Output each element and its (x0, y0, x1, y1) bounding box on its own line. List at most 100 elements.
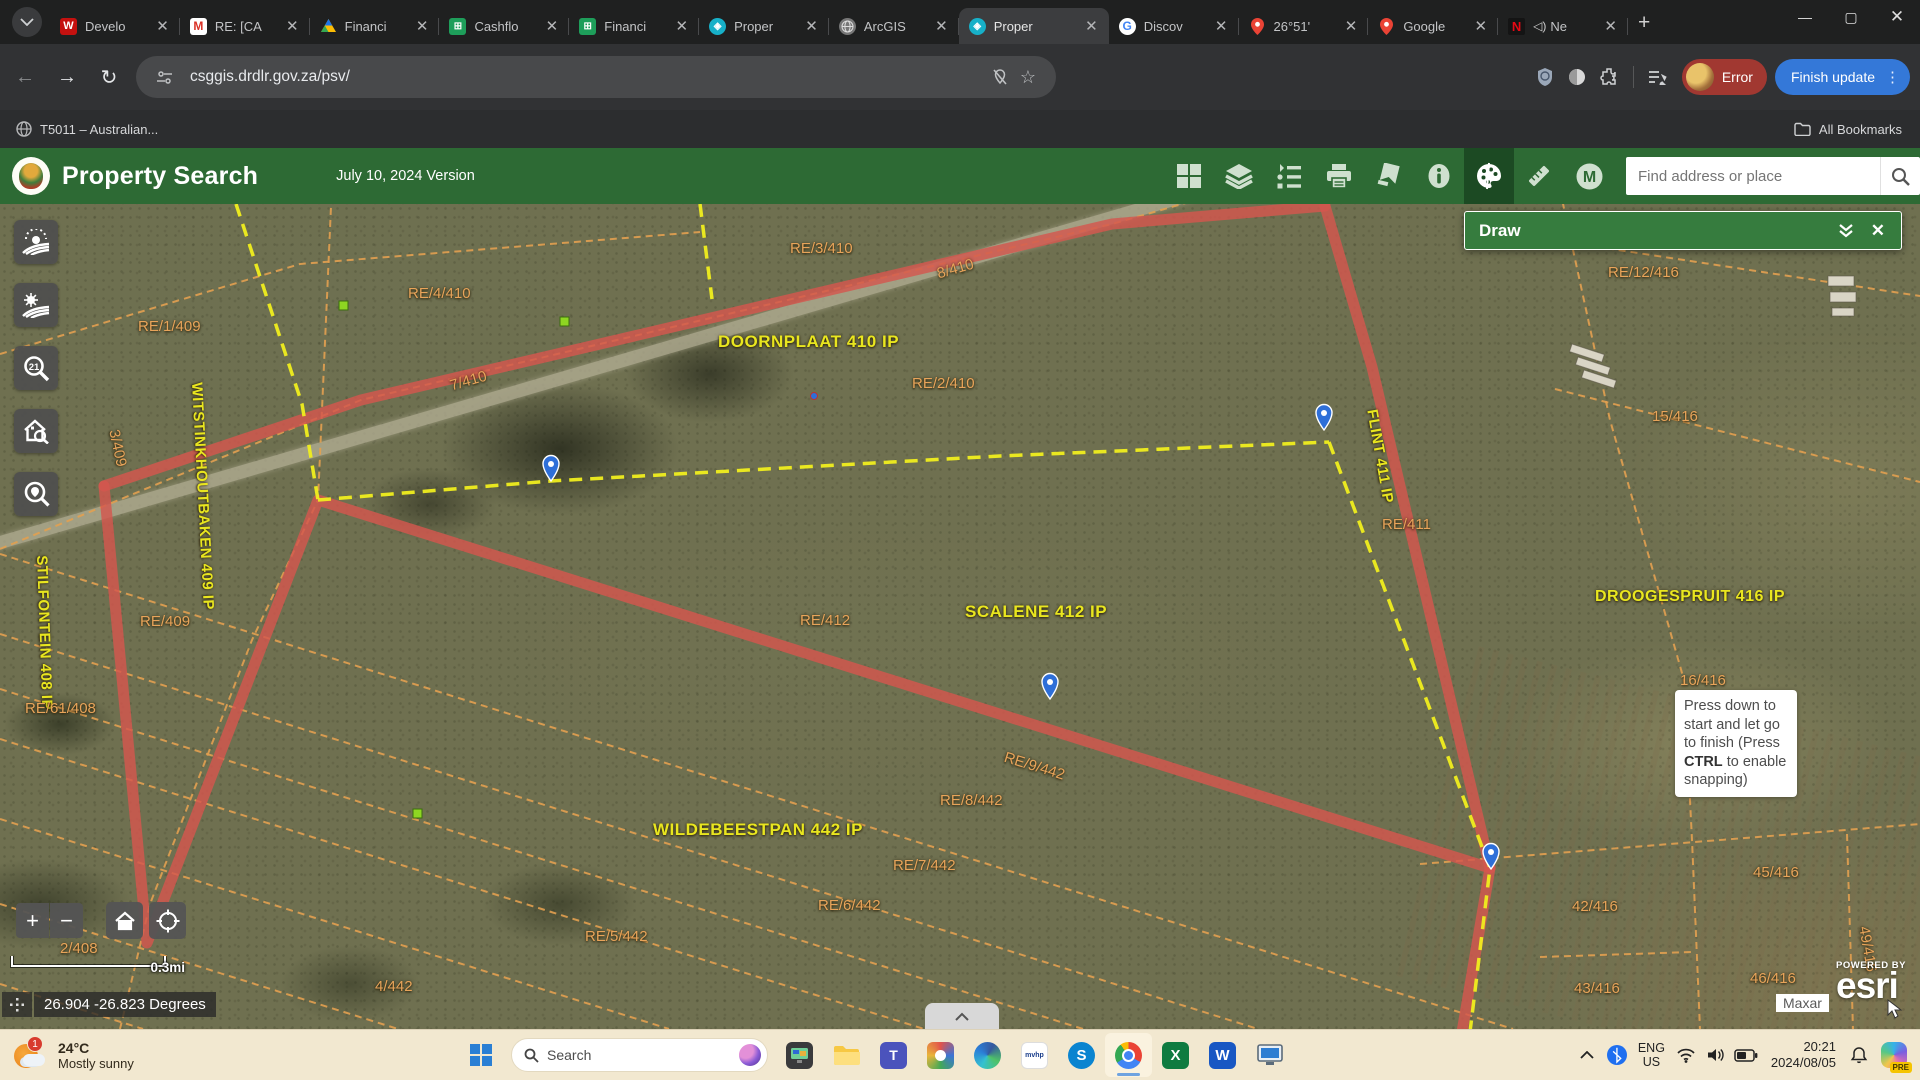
header-tool-draw[interactable] (1464, 148, 1514, 204)
header-tool-legend[interactable] (1264, 148, 1314, 204)
notifications-bell-icon[interactable] (1844, 1033, 1874, 1077)
bookmark-star-icon[interactable]: ☆ (1014, 67, 1042, 88)
address-bar[interactable]: csggis.drdlr.gov.za/psv/ ☆ (136, 56, 1056, 98)
side-tool-property-search[interactable] (14, 409, 58, 453)
parcel-label: SCALENE 412 IP (965, 602, 1107, 622)
header-tool-measure[interactable] (1514, 148, 1564, 204)
browser-tab[interactable]: ◈Proper✕ (699, 8, 829, 44)
browser-tab[interactable]: WDevelo✕ (50, 8, 180, 44)
minimize-button[interactable]: — (1782, 0, 1828, 34)
address-search-box[interactable] (1626, 157, 1920, 195)
browser-tab[interactable]: ArcGIS✕ (829, 8, 959, 44)
home-button[interactable] (106, 902, 143, 939)
taskbar-app-excel[interactable]: X (1152, 1033, 1199, 1077)
site-settings-icon[interactable] (150, 69, 178, 86)
browser-tab[interactable]: 26°51'✕ (1239, 8, 1369, 44)
screen: WDevelo✕MRE: [CA✕Financi✕⊞Cashflo✕⊞Finan… (0, 0, 1920, 1080)
taskbar-app-remote-desktop[interactable] (1246, 1033, 1293, 1077)
tab-close-icon[interactable]: ✕ (802, 17, 821, 35)
locate-button[interactable] (149, 902, 186, 939)
browser-tab[interactable]: ⊞Cashflo✕ (439, 8, 569, 44)
speaker-icon[interactable] (1701, 1033, 1731, 1077)
side-tool-farm-portal[interactable] (14, 220, 58, 264)
forward-button[interactable]: → (50, 60, 84, 94)
tray-overflow-chevron-icon[interactable] (1572, 1033, 1602, 1077)
maximize-button[interactable]: ▢ (1828, 0, 1874, 34)
browser-tab[interactable]: Financi✕ (310, 8, 440, 44)
close-button[interactable]: ✕ (1874, 0, 1920, 34)
side-tool-farm-query[interactable] (14, 283, 58, 327)
browser-tab[interactable]: ◈Proper✕ (959, 8, 1109, 44)
tab-close-icon[interactable]: ✕ (1342, 17, 1361, 35)
copilot-icon[interactable]: PRE (1874, 1033, 1914, 1077)
side-tool-search-21[interactable]: 21 (14, 346, 58, 390)
close-panel-icon[interactable]: ✕ (1871, 221, 1885, 241)
taskbar-app-photos[interactable] (917, 1033, 964, 1077)
shield-extension-icon[interactable] (1529, 61, 1561, 93)
tab-close-icon[interactable]: ✕ (543, 17, 562, 35)
tab-close-icon[interactable]: ✕ (1472, 17, 1491, 35)
map-viewport[interactable]: RE/1/409RE/4/410RE/3/4108/4107/410RE/2/4… (0, 204, 1920, 1029)
attribution-expander[interactable] (925, 1003, 999, 1029)
search-highlight-icon[interactable] (739, 1044, 761, 1066)
all-bookmarks-button[interactable]: All Bookmarks (1794, 122, 1902, 137)
start-button[interactable] (459, 1033, 503, 1077)
extension-circle-icon[interactable] (1561, 61, 1593, 93)
tab-search-button[interactable] (12, 7, 42, 37)
weather-widget[interactable]: 1 24°C Mostly sunny (14, 1040, 214, 1071)
tab-close-icon[interactable]: ✕ (283, 17, 302, 35)
crosshair-icon[interactable] (2, 992, 32, 1017)
coat-of-arms-logo (12, 157, 50, 195)
taskbar-app-mvhp[interactable]: mvhp (1011, 1033, 1058, 1077)
taskbar-app-chrome[interactable] (1105, 1033, 1152, 1077)
language-indicator[interactable]: ENGUS (1638, 1041, 1665, 1069)
profile-error-button[interactable]: Error (1682, 59, 1767, 95)
taskbar-app-teams[interactable]: T (870, 1033, 917, 1077)
tab-close-icon[interactable]: ✕ (153, 17, 172, 35)
header-tool-info[interactable] (1414, 148, 1464, 204)
taskbar-app-edge[interactable] (964, 1033, 1011, 1077)
header-tool-basemap-gallery[interactable] (1164, 148, 1214, 204)
back-button[interactable]: ← (8, 60, 42, 94)
extensions-puzzle-icon[interactable] (1593, 61, 1625, 93)
taskbar-app-display-dark[interactable] (776, 1033, 823, 1077)
browser-tab[interactable]: MRE: [CA✕ (180, 8, 310, 44)
tab-audio-icon[interactable]: ◁) (1533, 19, 1546, 33)
mini-marker (811, 393, 818, 400)
address-search-input[interactable] (1626, 168, 1880, 185)
battery-icon[interactable] (1731, 1033, 1761, 1077)
tab-close-icon[interactable]: ✕ (413, 17, 432, 35)
reload-button[interactable]: ↻ (92, 60, 126, 94)
taskbar-app-word[interactable]: W (1199, 1033, 1246, 1077)
bluetooth-icon[interactable] (1602, 1033, 1632, 1077)
new-tab-button[interactable]: + (1638, 11, 1650, 35)
search-icon[interactable] (1880, 157, 1920, 195)
tab-close-icon[interactable]: ✕ (1082, 17, 1101, 35)
collapse-double-chevron-icon[interactable] (1837, 224, 1855, 238)
tab-close-icon[interactable]: ✕ (932, 17, 951, 35)
browser-menu-icon[interactable]: ⋮ (1885, 68, 1900, 86)
taskbar-app-skype[interactable]: S (1058, 1033, 1105, 1077)
header-tool-maxar[interactable]: M (1564, 148, 1614, 204)
browser-tab[interactable]: N◁)Ne✕ (1498, 8, 1628, 44)
header-tool-print[interactable] (1314, 148, 1364, 204)
taskbar-search[interactable]: Search (511, 1038, 768, 1072)
finish-update-button[interactable]: Finish update ⋮ (1775, 59, 1910, 95)
clock[interactable]: 20:21 2024/08/05 (1771, 1039, 1836, 1071)
tab-close-icon[interactable]: ✕ (1601, 17, 1620, 35)
location-blocked-icon[interactable] (986, 68, 1014, 86)
tab-close-icon[interactable]: ✕ (672, 17, 691, 35)
tab-close-icon[interactable]: ✕ (1212, 17, 1231, 35)
wifi-icon[interactable] (1671, 1033, 1701, 1077)
taskbar-app-file-explorer[interactable] (823, 1033, 870, 1077)
zoom-in-button[interactable]: + (16, 903, 49, 938)
bookmark-item[interactable]: T5011 – Australian... (16, 121, 158, 137)
side-panel-icon[interactable] (1642, 61, 1674, 93)
browser-tab[interactable]: GDiscov✕ (1109, 8, 1239, 44)
side-tool-place-search[interactable] (14, 472, 58, 516)
header-tool-bookmarks[interactable] (1364, 148, 1414, 204)
browser-tab[interactable]: ⊞Financi✕ (569, 8, 699, 44)
header-tool-layers[interactable] (1214, 148, 1264, 204)
zoom-out-button[interactable]: − (50, 903, 83, 938)
browser-tab[interactable]: Google✕ (1368, 8, 1498, 44)
